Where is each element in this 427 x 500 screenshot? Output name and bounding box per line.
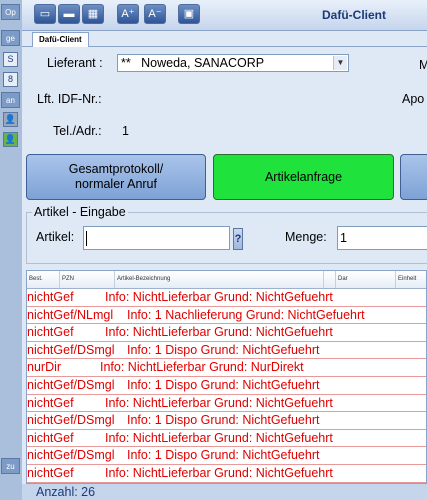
artikel-eingabe-title: Artikel - Eingabe [32,205,128,219]
artikelanfrage-label: Artikelanfrage [264,169,343,184]
col-bezeichnung[interactable]: Artikel-Bezeichnung [115,271,324,288]
row-status: nichtGef [27,466,74,480]
window-icon[interactable]: ▭ [34,4,56,24]
table-row[interactable]: nichtGef/DSmgl Info: 1 Dispo Grund: Nicht… [27,412,426,430]
row-status: nichtGef/NLmgl [27,307,114,322]
grid-header: Best. PZN Artikel-Bezeichnung Dar Einhei… [27,271,426,289]
background-app-strip: Op ge S 8 an 👤 👤 zu [0,0,23,500]
title-bar: ▭ ▬ ▦ A⁺ A⁻ ▣ Dafü-Client [22,0,427,31]
col-best[interactable]: Best. [27,271,60,288]
status-bar: Anzahl: 26 [22,484,427,500]
right-clipped-label-2: Apo [402,92,425,106]
left-tab-an[interactable]: an [1,92,20,108]
row-status: nichtGef/DSmgl [27,448,115,463]
row-status: nichtGef [27,395,74,410]
row-info: Info: NichtLieferbar Grund: NichtGefuehr… [105,466,333,480]
right-clipped-label-1: M [419,58,427,72]
col-pzn[interactable]: PZN [60,271,115,288]
gesamtprotokoll-button[interactable]: Gesamtprotokoll/ normaler Anruf [26,154,206,200]
row-info: Info: NichtLieferbar Grund: NurDirekt [100,360,304,375]
row-status: nichtGef [27,430,74,445]
artikel-input[interactable] [83,226,230,250]
table-row[interactable]: nurDir Info: NichtLieferbar Grund: NurDir… [27,359,426,377]
tab-strip: Dafü-Client [22,30,427,47]
row-info: Info: 1 Dispo Grund: NichtGefuehrt [127,413,320,428]
row-info: Info: 1 Dispo Grund: NichtGefuehrt [127,448,320,463]
lieferant-select[interactable]: ** Noweda, SANACORP ▼ [117,54,349,72]
dafu-client-window: ▭ ▬ ▦ A⁺ A⁻ ▣ Dafü-Client Dafü-Client Li… [22,0,427,500]
row-status: nichtGef/DSmgl [27,342,115,357]
tel-adr-value: 1 [122,124,129,138]
row-status: nichtGef/DSmgl [27,413,115,428]
user-green-icon: 👤 [3,132,18,147]
col-einheit[interactable]: Einheit [396,271,426,288]
artikelanfrage-button[interactable]: Artikelanfrage [213,154,394,200]
lieferant-value: ** Noweda, SANACORP [121,56,265,70]
row-status: nichtGef/DSmgl [27,378,115,392]
table-row[interactable]: nichtGef Info: NichtLieferbar Grund: Nich… [27,324,426,342]
main-content: Lieferant : ** Noweda, SANACORP ▼ M Lft.… [22,47,427,500]
tab-dafu-client[interactable]: Dafü-Client [32,32,89,47]
font-down-icon[interactable]: A⁻ [144,4,166,24]
menge-input[interactable]: 1 [337,226,427,250]
row-status: nurDir [27,360,62,375]
table-row[interactable]: nichtGef/DSmgl Info: 1 Dispo Grund: Nicht… [27,342,426,360]
gesamt-label-line1: Gesamtprotokoll/ [68,162,164,176]
left-box-8[interactable]: 8 [3,72,18,87]
grid-icon[interactable]: ▦ [82,4,104,24]
table-row[interactable]: nichtGef Info: NichtLieferbar Grund: Nich… [27,289,426,307]
table-row[interactable]: nichtGef/DSmgl Info: 1 Dispo Grund: Nicht… [27,377,426,395]
row-info: Info: 1 Dispo Grund: NichtGefuehrt [127,342,320,357]
artikel-help-button[interactable]: ? [233,228,243,250]
monitor-icon[interactable]: ▣ [178,4,200,24]
row-info: Info: NichtLieferbar Grund: NichtGefuehr… [105,290,333,304]
table-row[interactable]: nichtGef/NLmgl Info: 1 Nachlieferung Grun… [27,307,426,325]
article-grid: Best. PZN Artikel-Bezeichnung Dar Einhei… [26,270,427,484]
row-status: nichtGef [27,290,74,304]
table-row[interactable]: nichtGef Info: NichtLieferbar Grund: Nich… [27,430,426,448]
left-tab-ge[interactable]: ge [1,30,20,46]
tel-adr-label: Tel./Adr.: [53,124,102,138]
text-caret [86,231,87,246]
next-button-clipped[interactable] [400,154,427,200]
artikel-label: Artikel: [36,230,75,244]
row-info: Info: 1 Dispo Grund: NichtGefuehrt [127,378,320,392]
table-row[interactable]: nichtGef/DSmgl Info: 1 Dispo Grund: Nicht… [27,447,426,465]
row-info: Info: NichtLieferbar Grund: NichtGefuehr… [105,430,333,445]
row-info: Info: NichtLieferbar Grund: NichtGefuehr… [105,395,333,410]
row-info: Info: NichtLieferbar Grund: NichtGefuehr… [105,325,333,340]
col-dar[interactable]: Dar [336,271,396,288]
left-tab-zu[interactable]: zu [1,458,20,474]
lieferant-label: Lieferant : [47,56,103,70]
row-status: nichtGef [27,325,74,340]
table-row[interactable]: nichtGef Info: NichtLieferbar Grund: Nich… [27,395,426,413]
lft-idf-label: Lft. IDF-Nr.: [37,92,102,106]
left-tab-op[interactable]: Op [1,4,20,20]
user-icon: 👤 [3,112,18,127]
font-up-icon[interactable]: A⁺ [117,4,139,24]
row-info: Info: 1 Nachlieferung Grund: NichtGefueh… [127,307,365,322]
table-row[interactable]: nichtGef Info: NichtLieferbar Grund: Nich… [27,465,426,483]
chevron-down-icon[interactable]: ▼ [333,56,347,70]
col-spacer [324,271,336,288]
folder-icon[interactable]: ▬ [58,4,80,24]
left-box-s[interactable]: S [3,52,18,67]
window-title: Dafü-Client [322,8,386,22]
menge-label: Menge: [285,230,327,244]
anzahl-count: Anzahl: 26 [36,485,96,499]
gesamt-label-line2: normaler Anruf [75,177,157,191]
